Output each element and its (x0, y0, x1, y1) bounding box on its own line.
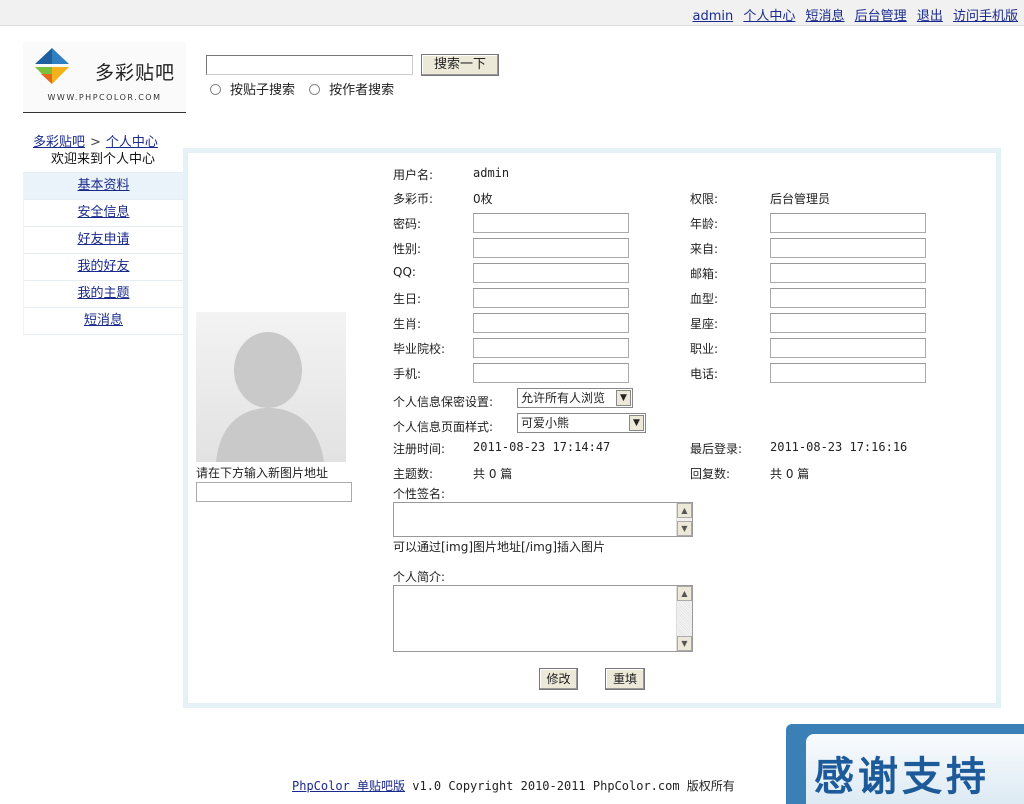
footer-copyright: v1.0 Copyright 2010-2011 PhpColor.com 版权… (405, 779, 735, 793)
age-label: 年龄: (690, 217, 719, 231)
email-label: 邮箱: (690, 267, 719, 281)
from-label: 来自: (690, 242, 719, 256)
coins-value: 0枚 (473, 192, 493, 206)
signature-textarea[interactable]: ▲ ▼ (393, 502, 693, 537)
job-label: 职业: (690, 342, 719, 356)
user-center-link[interactable]: 个人中心 (743, 9, 795, 24)
from-field[interactable] (770, 238, 926, 258)
search-mode-radios: 按贴子搜索 按作者搜索 (210, 79, 404, 98)
sidebar: 欢迎来到个人中心 基本资料 安全信息 好友申请 我的好友 我的主题 短消息 (23, 148, 183, 335)
logo-name: 多彩贴吧 (95, 62, 176, 84)
sidebar-item-my-friends[interactable]: 我的好友 (23, 254, 183, 281)
avatar-placeholder-icon (196, 312, 346, 462)
permission-value: 后台管理员 (770, 192, 831, 206)
email-field[interactable] (770, 263, 926, 283)
sidebar-item-friend-requests[interactable]: 好友申请 (23, 227, 183, 254)
top-bar: admin 个人中心 短消息 后台管理 退出 访问手机版 (0, 0, 1024, 26)
user-link[interactable]: admin (692, 9, 733, 24)
zodiac-label: 生肖: (393, 317, 422, 331)
sidebar-item-security[interactable]: 安全信息 (23, 200, 183, 227)
signature-hint: 可以通过[img]图片地址[/img]插入图片 (393, 540, 606, 554)
reset-button[interactable]: 重填 (605, 668, 645, 690)
logout-link[interactable]: 退出 (917, 9, 943, 24)
intro-label: 个人简介: (393, 570, 446, 584)
messages-link[interactable]: 短消息 (806, 9, 845, 24)
scroll-down-icon[interactable]: ▼ (677, 636, 692, 651)
topics-count-label: 主题数: (393, 467, 434, 481)
scrollbar[interactable]: ▲ ▼ (676, 586, 692, 651)
privacy-label: 个人信息保密设置: (393, 395, 494, 409)
scrollbar[interactable]: ▲ ▼ (676, 503, 692, 536)
phone-field[interactable] (770, 363, 926, 383)
blood-type-field[interactable] (770, 288, 926, 308)
age-field[interactable] (770, 213, 926, 233)
footer-line: PhpColor 单贴吧版 v1.0 Copyright 2010-2011 P… (292, 777, 735, 794)
radio-circle-icon[interactable] (309, 84, 321, 95)
school-field[interactable] (473, 338, 629, 358)
sidebar-item-my-topics[interactable]: 我的主题 (23, 281, 183, 308)
scroll-down-icon[interactable]: ▼ (677, 521, 692, 536)
password-label: 密码: (393, 217, 422, 231)
top-links: admin 个人中心 短消息 后台管理 退出 访问手机版 (686, 5, 1018, 24)
signature-label: 个性签名: (393, 487, 446, 501)
last-login-label: 最后登录: (690, 442, 743, 456)
banner-text: 感谢支持 (814, 753, 990, 800)
logo-mark-icon (35, 48, 69, 84)
last-login-value: 2011-08-23 17:16:16 (770, 440, 908, 454)
replies-count-value: 共 0 篇 (770, 467, 810, 481)
radio-search-post[interactable]: 按贴子搜索 (210, 83, 295, 98)
admin-panel-link[interactable]: 后台管理 (855, 9, 907, 24)
replies-count-label: 回复数: (690, 467, 731, 481)
avatar-url-label: 请在下方输入新图片地址 (196, 466, 329, 480)
gender-field[interactable] (473, 238, 629, 258)
school-label: 毕业院校: (393, 342, 446, 356)
thanks-banner: 感谢支持 (786, 724, 1024, 804)
mobile-version-link[interactable]: 访问手机版 (953, 9, 1018, 24)
qq-label: QQ: (393, 265, 416, 279)
scroll-track[interactable] (677, 601, 692, 636)
constellation-field[interactable] (770, 313, 926, 333)
username-value: admin (473, 166, 510, 180)
search-input[interactable] (206, 55, 413, 75)
search-button[interactable]: 搜索一下 (421, 54, 499, 76)
site-logo[interactable]: 多彩贴吧 WWW.PHPCOLOR.COM (23, 42, 186, 113)
sidebar-header: 欢迎来到个人中心 (23, 148, 183, 173)
phone-label: 电话: (690, 367, 719, 381)
blood-type-label: 血型: (690, 292, 719, 306)
password-field[interactable] (473, 213, 629, 233)
dropdown-arrow-icon[interactable]: ▼ (629, 415, 644, 431)
scroll-up-icon[interactable]: ▲ (677, 503, 692, 518)
coins-label: 多彩币: (393, 192, 434, 206)
submit-button[interactable]: 修改 (539, 668, 578, 690)
register-time-value: 2011-08-23 17:14:47 (473, 440, 611, 454)
mobile-field[interactable] (473, 363, 629, 383)
page-style-label: 个人信息页面样式: (393, 420, 494, 434)
permission-label: 权限: (690, 192, 719, 206)
avatar-url-input[interactable] (196, 482, 352, 502)
birthday-label: 生日: (393, 292, 422, 306)
gender-label: 性别: (393, 242, 422, 256)
sidebar-item-basic-info[interactable]: 基本资料 (23, 173, 183, 200)
mobile-label: 手机: (393, 367, 422, 381)
intro-textarea[interactable]: ▲ ▼ (393, 585, 693, 652)
dropdown-arrow-icon[interactable]: ▼ (616, 390, 631, 406)
logo-url: WWW.PHPCOLOR.COM (47, 93, 162, 102)
zodiac-field[interactable] (473, 313, 629, 333)
footer-link[interactable]: PhpColor 单贴吧版 (292, 779, 405, 793)
birthday-field[interactable] (473, 288, 629, 308)
page-style-select[interactable]: 可爱小熊 ▼ (517, 413, 646, 433)
scroll-up-icon[interactable]: ▲ (677, 586, 692, 601)
constellation-label: 星座: (690, 317, 719, 331)
qq-field[interactable] (473, 263, 629, 283)
sidebar-item-messages[interactable]: 短消息 (23, 308, 183, 335)
avatar (196, 312, 346, 462)
topics-count-value: 共 0 篇 (473, 467, 513, 481)
privacy-select[interactable]: 允许所有人浏览 ▼ (517, 388, 633, 408)
register-time-label: 注册时间: (393, 442, 446, 456)
radio-search-author[interactable]: 按作者搜索 (309, 83, 394, 98)
job-field[interactable] (770, 338, 926, 358)
radio-circle-icon[interactable] (210, 84, 221, 95)
username-label: 用户名: (393, 168, 434, 182)
banner-inner: 感谢支持 (806, 734, 1024, 804)
